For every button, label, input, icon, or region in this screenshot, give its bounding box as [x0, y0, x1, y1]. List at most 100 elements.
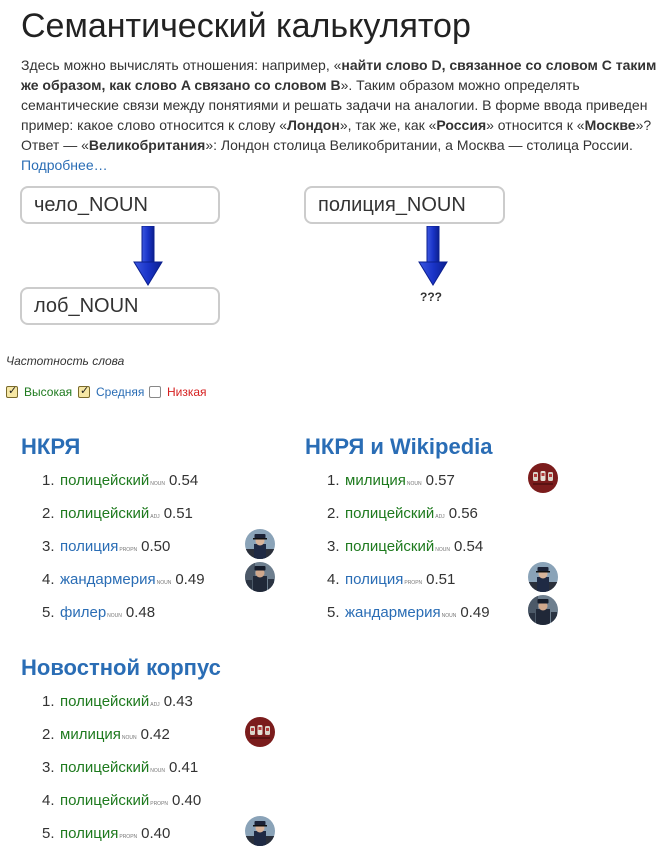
result-word-link[interactable]: полицейский — [345, 538, 434, 555]
badges-thumbnail-image[interactable] — [528, 463, 558, 493]
gendarme-thumbnail-image[interactable] — [245, 562, 275, 592]
list-item: 3. полицейскийNOUN 0.54 — [327, 536, 567, 569]
arrow-down-icon — [418, 226, 448, 286]
part-of-speech-tag: NOUN — [156, 580, 172, 586]
section-title-wiki: НКРЯ и Wikipedia — [305, 434, 493, 459]
result-word-link[interactable]: полицейский — [60, 759, 149, 776]
part-of-speech-tag: NOUN — [441, 613, 457, 619]
policeman-thumbnail-image[interactable] — [245, 816, 275, 846]
list-item: 3. полицияPROPN 0.50 — [42, 529, 282, 569]
item-number: 4. — [42, 792, 55, 809]
result-word-link[interactable]: милиция — [60, 726, 121, 743]
intro-part: » относится к « — [486, 117, 585, 133]
item-number: 3. — [42, 759, 55, 776]
result-word-link[interactable]: полиция — [345, 571, 403, 588]
part-of-speech-tag: PROPN — [404, 580, 423, 586]
intro-text: Здесь можно вычислять отношения: наприме… — [21, 55, 657, 175]
similarity-score: 0.57 — [425, 472, 455, 489]
part-of-speech-tag: PROPN — [119, 547, 138, 553]
section-title-nkrya: НКРЯ — [21, 434, 81, 459]
result-word-link[interactable]: полиция — [60, 825, 118, 842]
item-number: 1. — [42, 693, 55, 710]
similarity-score: 0.51 — [163, 505, 193, 522]
result-word-link[interactable]: полицейский — [60, 693, 149, 710]
similarity-score: 0.56 — [448, 505, 478, 522]
gendarme-thumbnail-image[interactable] — [528, 595, 558, 625]
section-title-news: Новостной корпус — [21, 655, 221, 680]
frequency-mid-option[interactable]: Средняя — [78, 384, 144, 400]
similarity-score: 0.42 — [140, 726, 170, 743]
frequency-high-option[interactable]: Высокая — [6, 384, 72, 400]
frequency-high-label: Высокая — [24, 385, 73, 399]
intro-part: Здесь можно вычислять отношения: наприме… — [21, 57, 342, 73]
frequency-low-checkbox[interactable] — [149, 386, 161, 398]
similarity-score: 0.54 — [453, 538, 484, 555]
frequency-high-checkbox[interactable] — [6, 384, 18, 398]
similarity-score: 0.50 — [141, 538, 171, 555]
intro-bold: Россия — [436, 117, 487, 133]
arrow-down-icon — [133, 226, 163, 286]
policeman-thumbnail-image[interactable] — [245, 529, 275, 559]
frequency-low-label: Низкая — [167, 385, 207, 399]
item-number: 3. — [42, 538, 55, 555]
item-number: 1. — [42, 472, 55, 489]
similarity-score: 0.48 — [125, 604, 156, 621]
list-item: 4. жандармерияNOUN 0.49 — [42, 562, 282, 602]
part-of-speech-tag: ADJ — [435, 514, 445, 520]
part-of-speech-tag: PROPN — [150, 801, 169, 807]
item-number: 4. — [42, 571, 55, 588]
list-item: 1. полицейскийADJ 0.43 — [42, 691, 282, 724]
item-number: 2. — [327, 505, 340, 522]
word-a-input[interactable] — [20, 186, 220, 224]
frequency-mid-checkbox[interactable] — [78, 384, 90, 398]
list-item: 5. филерNOUN 0.48 — [42, 602, 282, 635]
similarity-score: 0.49 — [175, 571, 205, 588]
word-b-input[interactable] — [20, 287, 220, 325]
item-number: 2. — [42, 505, 55, 522]
item-number: 3. — [327, 538, 340, 555]
result-word-link[interactable]: милиция — [345, 472, 406, 489]
part-of-speech-tag: NOUN — [121, 735, 137, 741]
results-list-wiki: 1. милицияNOUN 0.57 2. полицейскийADJ 0.56 3. п… — [327, 463, 567, 635]
list-item: 5. полицияPROPN 0.40 — [42, 816, 282, 856]
result-word-link[interactable]: жандармерия — [60, 571, 156, 588]
intro-part: »: Лондон столица Великобритании, а Моск… — [205, 137, 633, 153]
results-list-nkrya: 1. полицейскийNOUN 0.54 2. полицейскийADJ 0.5… — [42, 470, 282, 635]
intro-part: », так же, как « — [339, 117, 437, 133]
similarity-score: 0.54 — [168, 472, 199, 489]
result-word-link[interactable]: полицейский — [345, 505, 434, 522]
result-word-link[interactable]: филер — [60, 604, 106, 621]
word-c-input[interactable] — [304, 186, 505, 224]
list-item: 4. полицияPROPN 0.51 — [327, 562, 567, 602]
frequency-caption: Частотность слова — [6, 354, 125, 368]
similarity-score: 0.43 — [163, 693, 193, 710]
answer-placeholder: ??? — [420, 290, 442, 304]
part-of-speech-tag: NOUN — [107, 613, 122, 619]
similarity-score: 0.40 — [172, 792, 202, 809]
list-item: 2. милицияNOUN 0.42 — [42, 717, 282, 757]
item-number: 5. — [327, 604, 340, 621]
result-word-link[interactable]: полицейский — [60, 472, 149, 489]
page-title: Семантический калькулятор — [21, 7, 471, 45]
frequency-low-option[interactable]: Низкая — [149, 384, 207, 400]
result-word-link[interactable]: жандармерия — [345, 604, 441, 621]
policeman-thumbnail-image[interactable] — [528, 562, 558, 592]
more-link[interactable]: Подробнее… — [21, 157, 108, 173]
item-number: 5. — [42, 825, 55, 842]
intro-bold: Великобритания — [88, 137, 206, 153]
item-number: 1. — [327, 472, 340, 489]
similarity-score: 0.40 — [141, 825, 171, 842]
badges-thumbnail-image[interactable] — [245, 717, 275, 747]
part-of-speech-tag: NOUN — [406, 481, 422, 487]
similarity-score: 0.49 — [460, 604, 490, 621]
frequency-mid-label: Средняя — [96, 385, 145, 399]
results-list-news: 1. полицейскийADJ 0.43 2. милицияNOUN 0.42 3. п… — [42, 691, 282, 856]
part-of-speech-tag: NOUN — [435, 547, 450, 553]
result-word-link[interactable]: полицейский — [60, 505, 149, 522]
result-word-link[interactable]: полиция — [60, 538, 118, 555]
part-of-speech-tag: NOUN — [150, 768, 165, 774]
list-item: 4. полицейскийPROPN 0.40 — [42, 790, 282, 823]
list-item: 1. полицейскийNOUN 0.54 — [42, 470, 282, 503]
item-number: 5. — [42, 604, 55, 621]
result-word-link[interactable]: полицейский — [60, 792, 149, 809]
